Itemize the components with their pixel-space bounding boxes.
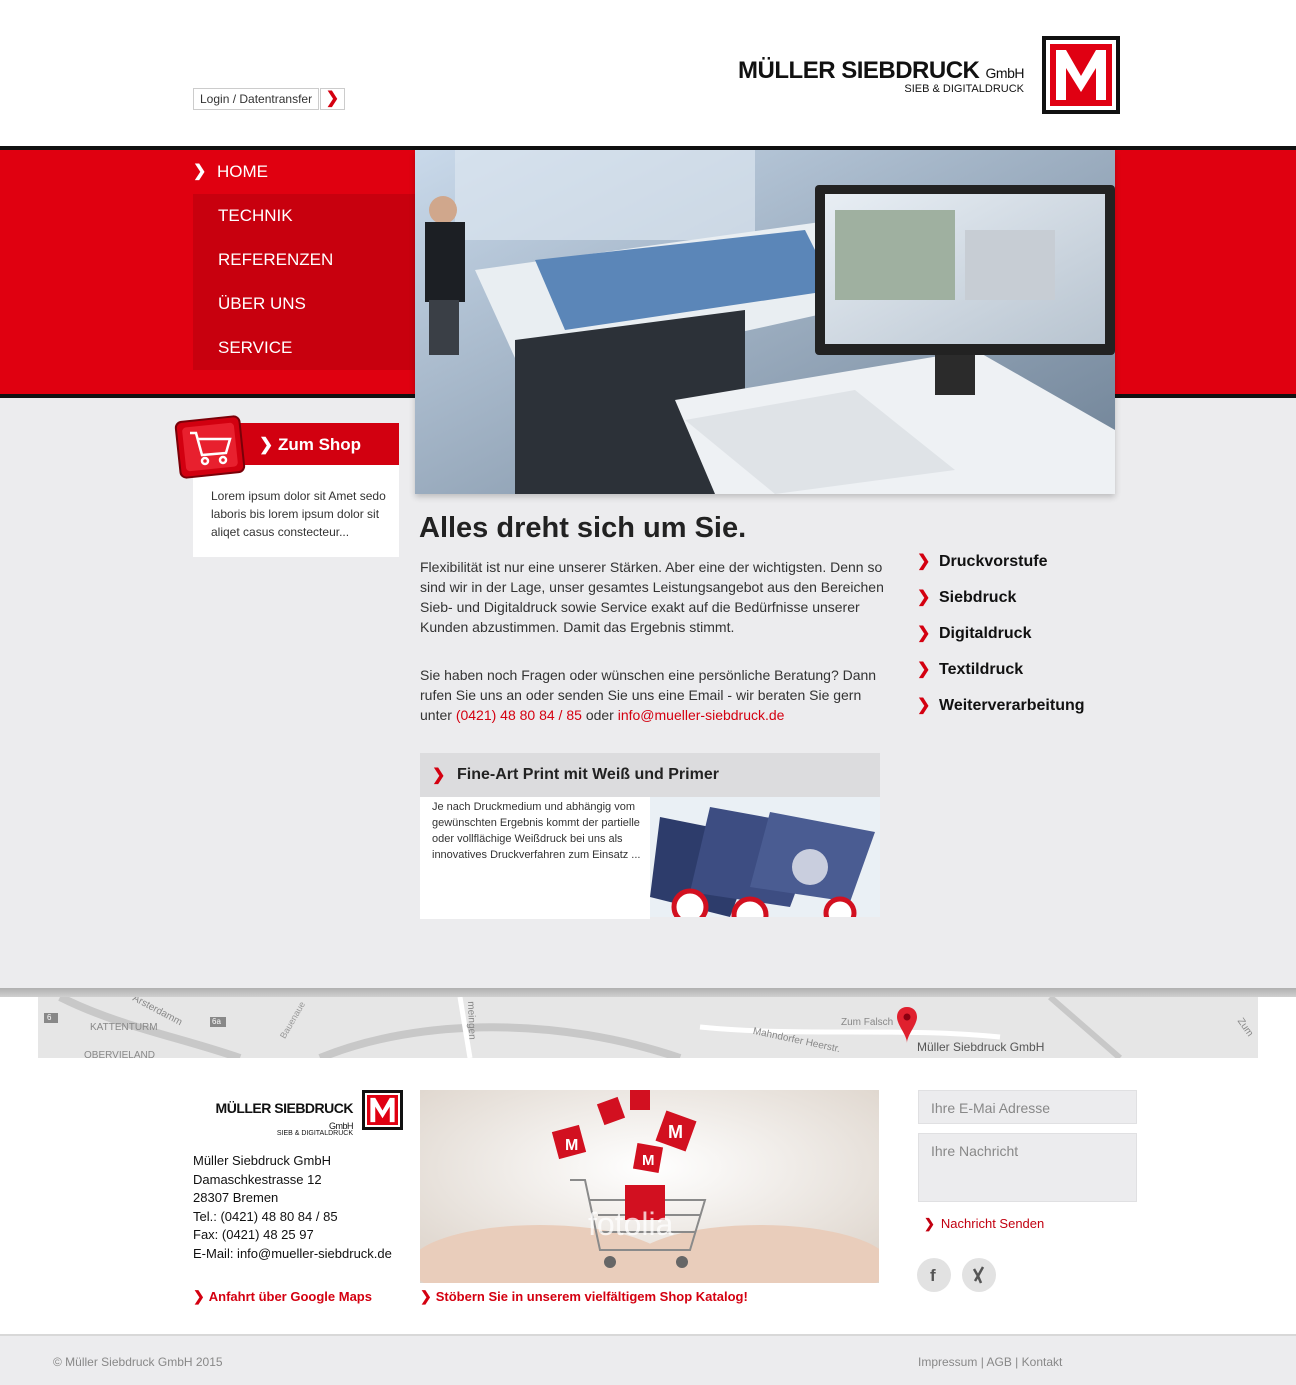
shop-catalog-link[interactable]: ❯ Stöbern Sie in unserem vielfältigem Sho…: [420, 1288, 748, 1305]
news-card-header[interactable]: ❯ Fine-Art Print mit Weiß und Primer: [420, 753, 880, 797]
chevron-right-icon: ❯: [193, 1288, 205, 1304]
svg-text:M: M: [642, 1152, 655, 1169]
map-label: 6: [47, 1013, 52, 1022]
main-nav: ❯ HOME TECHNIK REFERENZEN ÜBER UNS SERVIC…: [193, 150, 415, 394]
news-card-text: Je nach Druckmedium und abhängig vom gew…: [432, 801, 641, 861]
nav-item-service[interactable]: SERVICE: [193, 326, 415, 370]
logo-m-icon: [1056, 50, 1106, 100]
legal-links: Impressum | AGB | Kontakt: [918, 1355, 1063, 1369]
footer-logo[interactable]: MÜLLER SIEBDRUCK GmbH SIEB & DIGITALDRUC…: [193, 1100, 354, 1137]
chevron-right-icon: ❯: [193, 163, 207, 180]
email-field[interactable]: Ihre E-Mai Adresse: [918, 1090, 1137, 1124]
map-pin-icon[interactable]: [897, 1007, 917, 1043]
nav-item-technik[interactable]: TECHNIK: [193, 194, 415, 238]
footer-address: Müller Siebdruck GmbH Damaschkestrasse 1…: [193, 1153, 392, 1261]
watermark: fotolia: [588, 1206, 674, 1242]
service-link-siebdruck[interactable]: ❯ Siebdruck: [917, 580, 1085, 616]
location-map[interactable]: 6 KATTENTURM Arsterdamm 6a Bauenaue OBER…: [0, 997, 1296, 1058]
copyright: © Müller Siebdruck GmbH 2015: [53, 1355, 223, 1369]
chevron-right-icon: ❯: [259, 435, 278, 454]
page-title: Alles dreht sich um Sie.: [419, 512, 747, 544]
chevron-right-icon: ❯: [432, 767, 446, 784]
facebook-icon[interactable]: f: [917, 1258, 951, 1292]
map-label: OBERVIELAND: [84, 1050, 155, 1058]
chevron-right-icon: ❯: [420, 1288, 432, 1304]
logo[interactable]: MÜLLER SIEBDRUCK GmbH SIEB & DIGITALDRUC…: [718, 57, 1024, 95]
chevron-right-icon: ❯: [924, 1216, 935, 1231]
news-card-title: Fine-Art Print mit Weiß und Primer: [457, 766, 719, 783]
agb-link[interactable]: AGB: [986, 1355, 1011, 1369]
xing-icon[interactable]: [962, 1258, 996, 1292]
footer-logo-mark[interactable]: [362, 1090, 403, 1130]
chevron-right-icon: ❯: [917, 697, 931, 714]
map-marker-label: Müller Siebdruck GmbH: [917, 1040, 1045, 1054]
logo-mark[interactable]: [1042, 36, 1120, 114]
hero-image: [415, 150, 1115, 494]
svg-text:M: M: [565, 1137, 578, 1154]
nav-item-referenzen[interactable]: REFERENZEN: [193, 238, 415, 282]
shop-promo-image[interactable]: M M M fotolia: [420, 1090, 879, 1283]
send-message-button[interactable]: ❯ Nachricht Senden: [924, 1216, 1044, 1232]
service-link-weiterverarbeitung[interactable]: ❯ Weiterverarbeitung: [917, 688, 1085, 724]
nav-item-home[interactable]: ❯ HOME: [193, 150, 415, 194]
chevron-right-icon: ❯: [917, 661, 931, 678]
svg-text:f: f: [930, 1266, 936, 1285]
nav-item-ueber-uns[interactable]: ÜBER UNS: [193, 282, 415, 326]
service-link-textildruck[interactable]: ❯ Textildruck: [917, 652, 1085, 688]
map-shadow: [0, 988, 1296, 997]
map-label: 6a: [212, 1017, 221, 1026]
shopping-cart-icon[interactable]: [174, 415, 246, 479]
service-link-digitaldruck[interactable]: ❯ Digitaldruck: [917, 616, 1085, 652]
logo-name: MÜLLER SIEBDRUCK GmbH: [738, 57, 1024, 84]
impressum-link[interactable]: Impressum: [918, 1355, 977, 1369]
services-list: ❯ Druckvorstufe ❯ Siebdruck ❯ Digitaldruck …: [917, 544, 1085, 724]
chevron-right-icon: ❯: [917, 553, 931, 570]
news-card-image[interactable]: [650, 797, 880, 917]
chevron-right-icon: ❯: [917, 589, 931, 606]
kontakt-link[interactable]: Kontakt: [1022, 1355, 1063, 1369]
map-label: meingen: [465, 1001, 478, 1040]
login-button[interactable]: Login / Datentransfer: [193, 88, 320, 110]
map-label: Zum Falsch: [841, 1017, 894, 1028]
login-arrow-button[interactable]: ❯: [320, 88, 345, 110]
contact-paragraph: Sie haben noch Fragen oder wünschen eine…: [420, 667, 877, 723]
chevron-right-icon: ❯: [917, 625, 931, 642]
shop-text: Lorem ipsum dolor sit Amet sedo laboris …: [211, 489, 386, 539]
message-field[interactable]: Ihre Nachricht: [918, 1133, 1137, 1202]
google-maps-link[interactable]: ❯ Anfahrt über Google Maps: [193, 1288, 372, 1305]
email-link[interactable]: info@mueller-siebdruck.de: [618, 707, 785, 723]
news-card-body: Je nach Druckmedium und abhängig vom gew…: [420, 797, 650, 919]
phone-link[interactable]: (0421) 48 80 84 / 85: [456, 707, 582, 723]
intro-paragraph: Flexibilität ist nur eine unserer Stärke…: [420, 559, 884, 635]
shop-link[interactable]: ❯ Zum Shop: [259, 435, 361, 455]
svg-text:M: M: [668, 1122, 683, 1142]
map-label: KATTENTURM: [90, 1022, 158, 1033]
logo-m-icon: [370, 1097, 395, 1123]
service-link-druckvorstufe[interactable]: ❯ Druckvorstufe: [917, 544, 1085, 580]
